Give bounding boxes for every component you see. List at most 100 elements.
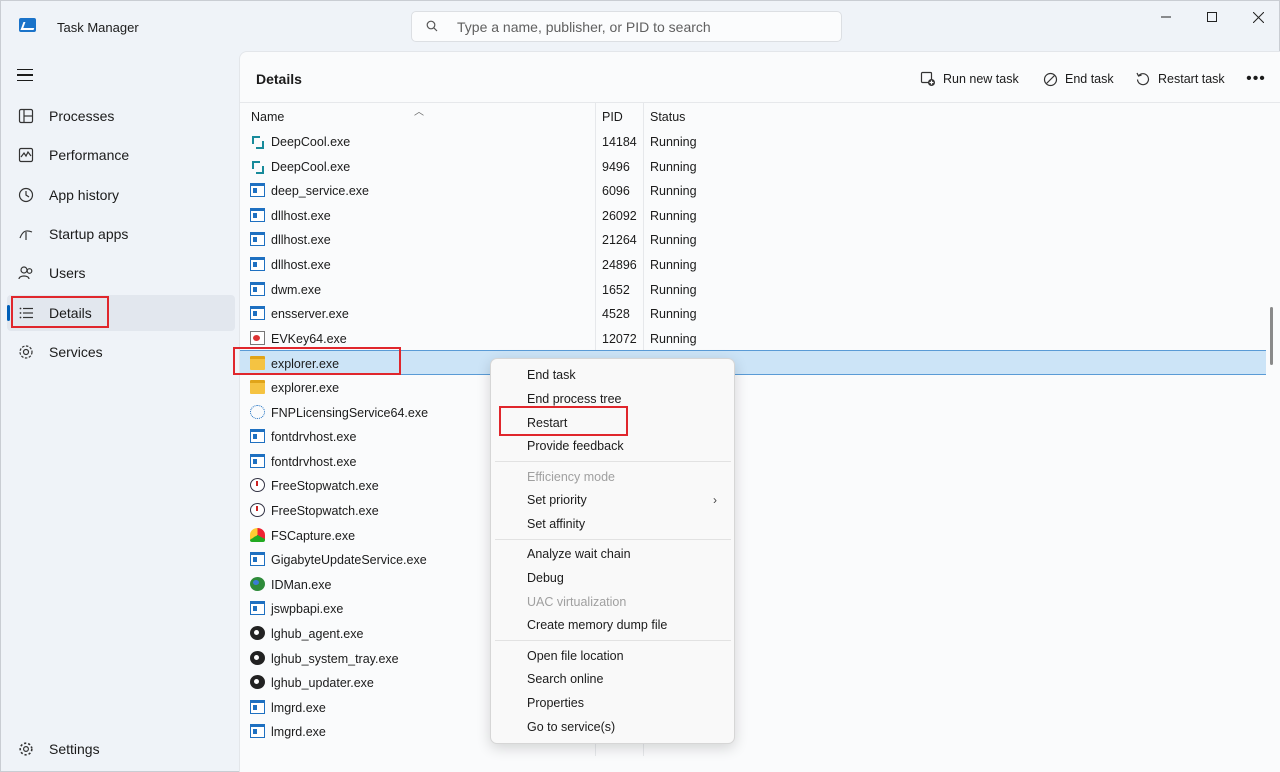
process-name: explorer.exe xyxy=(271,381,340,395)
table-row[interactable]: GigabyteUpdateService.exe xyxy=(240,547,1266,572)
process-status: Running xyxy=(650,233,697,248)
menu-separator xyxy=(495,539,731,540)
table-row[interactable]: jswpbapi.exe xyxy=(240,596,1266,621)
menu-item-analyze-wait-chain[interactable]: Analyze wait chain xyxy=(527,547,631,561)
page-title: Details xyxy=(256,71,302,87)
process-g-icon xyxy=(250,675,265,690)
table-row[interactable]: dwm.exe 1652 Running xyxy=(240,277,1266,302)
run-new-task-label: Run new task xyxy=(943,72,1019,86)
menu-item-end-task[interactable]: End task xyxy=(527,368,576,382)
table-row[interactable]: FreeStopwatch.exe xyxy=(240,498,1266,523)
vertical-scrollbar[interactable] xyxy=(1270,307,1273,365)
minimize-button[interactable] xyxy=(1143,1,1189,33)
menu-item-set-affinity[interactable]: Set affinity xyxy=(527,517,585,531)
end-task-button[interactable]: End task xyxy=(1043,69,1114,89)
minimize-icon xyxy=(1161,16,1171,18)
table-row[interactable]: dllhost.exe 24896 Running xyxy=(240,252,1266,277)
column-header-pid[interactable]: PID xyxy=(602,110,623,124)
process-exe-icon xyxy=(250,453,265,468)
sidebar-item-settings[interactable]: Settings xyxy=(7,734,235,764)
process-pid: 24896 xyxy=(602,258,637,272)
search-input[interactable] xyxy=(457,17,827,37)
table-row[interactable]: lmgrd.exe xyxy=(240,719,1266,744)
sidebar-item-startup-apps[interactable]: Startup apps xyxy=(7,216,235,252)
sidebar-item-performance[interactable]: Performance xyxy=(7,137,235,173)
process-name: fontdrvhost.exe xyxy=(271,454,357,469)
restart-icon xyxy=(1136,72,1150,86)
table-row[interactable]: dllhost.exe 26092 Running xyxy=(240,203,1266,228)
process-evkey-icon xyxy=(250,330,265,345)
process-deep-icon xyxy=(250,159,265,174)
sidebar-item-app-history[interactable]: App history xyxy=(7,177,235,213)
processes-icon xyxy=(18,108,34,124)
process-status: Running xyxy=(650,258,697,272)
column-header-name[interactable]: Name xyxy=(251,110,284,124)
table-row[interactable]: FNPLicensingService64.exe xyxy=(240,400,1266,425)
maximize-icon xyxy=(1207,12,1217,22)
run-new-task-button[interactable]: Run new task xyxy=(920,69,1019,89)
task-manager-logo-icon xyxy=(19,18,36,32)
process-exe-icon xyxy=(250,183,265,198)
table-row[interactable]: lghub_updater.exe xyxy=(240,670,1266,695)
table-row[interactable]: FSCapture.exe xyxy=(240,523,1266,548)
menu-separator xyxy=(495,640,731,641)
process-status: Running xyxy=(650,184,697,199)
menu-item-debug[interactable]: Debug xyxy=(527,571,564,585)
sidebar-item-processes[interactable]: Processes xyxy=(7,98,235,134)
process-name: FreeStopwatch.exe xyxy=(271,479,379,494)
table-row[interactable]: dllhost.exe 21264 Running xyxy=(240,227,1266,252)
process-exe-icon xyxy=(250,552,265,567)
end-task-label: End task xyxy=(1065,72,1114,86)
menu-item-go-to-services[interactable]: Go to service(s) xyxy=(527,720,615,734)
process-name: FreeStopwatch.exe xyxy=(271,504,379,518)
more-options-icon[interactable]: ••• xyxy=(1246,69,1266,89)
sidebar: Processes Performance App history Startu… xyxy=(1,51,239,772)
table-row[interactable]: explorer.exe xyxy=(240,375,1266,400)
table-row[interactable]: deep_service.exe 6096 Running xyxy=(240,178,1266,203)
app-title: Task Manager xyxy=(57,20,139,35)
restart-task-label: Restart task xyxy=(1158,72,1225,86)
highlight-box-details xyxy=(11,296,109,328)
table-row[interactable]: fontdrvhost.exe xyxy=(240,449,1266,474)
process-exe-icon xyxy=(250,281,265,296)
table-row[interactable]: ensserver.exe 4528 Running xyxy=(240,301,1266,326)
table-row[interactable]: IDMan.exe xyxy=(240,572,1266,597)
process-pid: 12072 xyxy=(602,331,637,346)
process-status: Running xyxy=(650,208,697,223)
menu-item-end-process-tree[interactable]: End process tree xyxy=(527,392,622,406)
table-row[interactable]: DeepCool.exe 9496 Running xyxy=(240,154,1266,179)
process-pid: 9496 xyxy=(602,159,630,174)
table-row[interactable]: lmgrd.exe xyxy=(240,695,1266,720)
menu-item-create-memory-dump-file[interactable]: Create memory dump file xyxy=(527,618,667,632)
restart-task-button[interactable]: Restart task xyxy=(1135,69,1225,89)
column-header-status[interactable]: Status xyxy=(650,110,685,124)
menu-item-open-file-location[interactable]: Open file location xyxy=(527,649,624,663)
process-name: dllhost.exe xyxy=(271,208,331,223)
menu-item-search-online[interactable]: Search online xyxy=(527,672,603,686)
process-name: DeepCool.exe xyxy=(271,159,351,174)
table-row[interactable]: lghub_system_tray.exe xyxy=(240,646,1266,671)
table-row[interactable]: lghub_agent.exe xyxy=(240,621,1266,646)
menu-item-provide-feedback[interactable]: Provide feedback xyxy=(527,439,624,453)
sidebar-item-label: Performance xyxy=(49,147,130,163)
table-row[interactable]: FreeStopwatch.exe xyxy=(240,473,1266,498)
table-row[interactable]: DeepCool.exe 14184 Running xyxy=(240,129,1266,154)
menu-item-properties[interactable]: Properties xyxy=(527,696,584,710)
table-row[interactable]: fontdrvhost.exe xyxy=(240,424,1266,449)
sidebar-item-services[interactable]: Services xyxy=(7,334,235,370)
end-task-icon xyxy=(1043,72,1058,86)
process-name: deep_service.exe xyxy=(271,184,369,199)
sort-ascending-icon: ︿ xyxy=(414,107,424,118)
maximize-button[interactable] xyxy=(1189,1,1235,33)
close-button[interactable] xyxy=(1235,1,1280,33)
search-icon xyxy=(426,20,438,32)
table-header: Name ︿ PID Status xyxy=(240,103,1266,130)
search-box[interactable] xyxy=(411,11,842,42)
hamburger-menu-icon[interactable] xyxy=(17,69,33,81)
sidebar-item-label: Services xyxy=(49,344,103,360)
process-name: dwm.exe xyxy=(271,282,322,297)
menu-item-set-priority[interactable]: Set priority xyxy=(527,493,587,507)
sidebar-item-users[interactable]: Users xyxy=(7,255,235,291)
process-status: Running xyxy=(650,135,697,149)
process-name: FNPLicensingService64.exe xyxy=(271,405,429,420)
